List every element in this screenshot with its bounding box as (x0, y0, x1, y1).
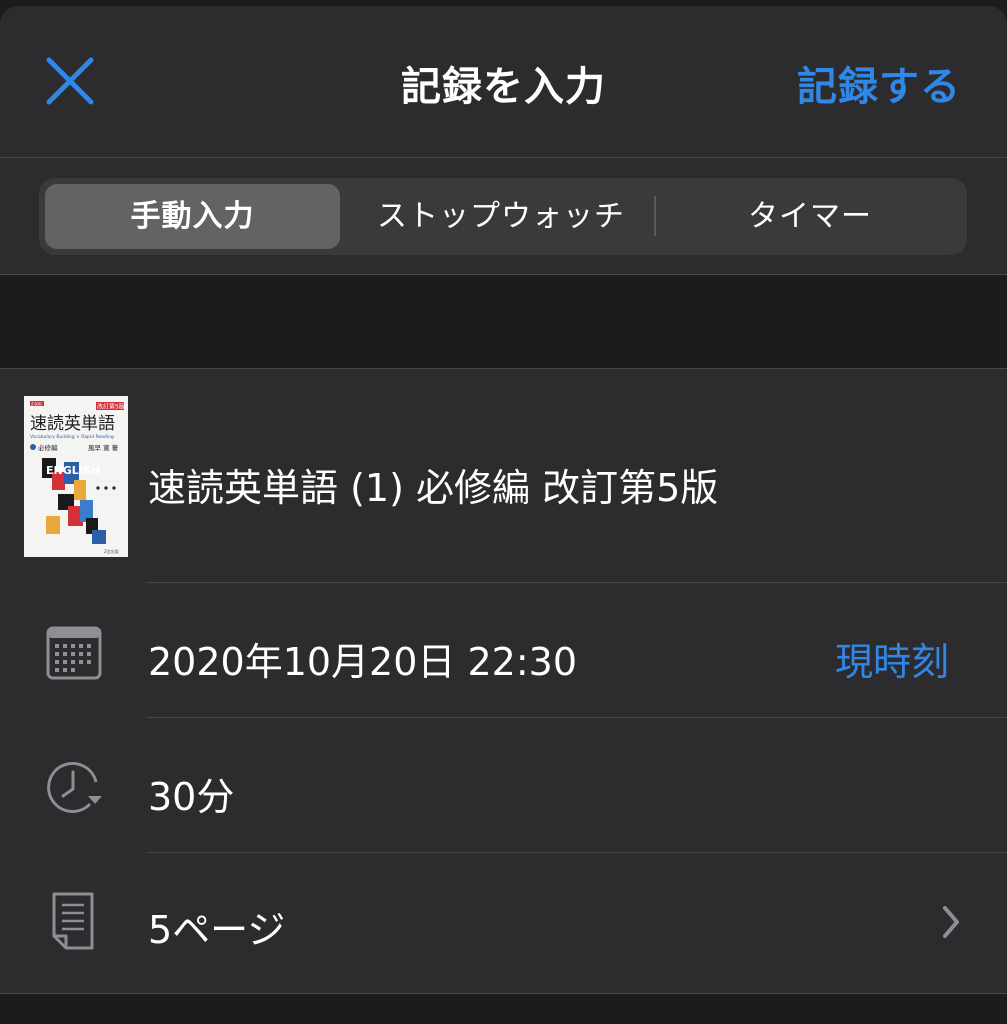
section-spacer (0, 275, 1007, 369)
pages-row[interactable]: 5ページ (0, 853, 1007, 987)
cover-publisher: Z会出版 (104, 548, 119, 554)
mode-selector-area: 手動入力 ストップウォッチ タイマー (0, 158, 1007, 275)
cover-volume: 必修編 (38, 443, 58, 452)
book-cover-image: Z-KAI 改訂第5版 速読英単語 Vocabulary Building × … (24, 396, 128, 557)
document-icon (52, 892, 94, 950)
mode-segmented-control: 手動入力 ストップウォッチ タイマー (39, 178, 967, 255)
record-entry-sheet: 記録を入力 記録する 手動入力 ストップウォッチ タイマー Z-KAI 改訂第5… (0, 6, 1007, 1024)
book-row[interactable]: Z-KAI 改訂第5版 速読英単語 Vocabulary Building × … (0, 369, 1007, 583)
bottom-spacer (0, 993, 1007, 1024)
calendar-icon (46, 626, 102, 680)
duration-row[interactable]: 30分 (0, 718, 1007, 853)
now-button[interactable]: 現時刻 (835, 631, 949, 686)
cover-title: 速読英単語 (30, 414, 115, 434)
pages-value: 5ページ (148, 908, 286, 952)
datetime-value[interactable]: 2020年10月20日 22:30 (148, 631, 577, 686)
segment-divider (654, 196, 656, 236)
tab-timer[interactable]: タイマー (659, 184, 961, 249)
book-title: 速読英単語 (1) 必修編 改訂第5版 (148, 466, 719, 510)
tab-stopwatch[interactable]: ストップウォッチ (351, 184, 651, 249)
datetime-row[interactable]: 2020年10月20日 22:30 現時刻 (0, 583, 1007, 718)
cover-subtitle: Vocabulary Building × Rapid Reading (30, 434, 114, 440)
cover-word: ENGLISH (46, 464, 100, 477)
cover-series-tag: Z-KAI (31, 402, 42, 407)
cover-edition-badge: 改訂第5版 (97, 403, 125, 411)
duration-value[interactable]: 30分 (148, 766, 234, 821)
clock-icon (47, 761, 102, 813)
tab-manual-input[interactable]: 手動入力 (45, 184, 340, 249)
cover-author: 風早 寛 著 (88, 443, 119, 452)
nav-header: 記録を入力 記録する (0, 6, 1007, 158)
record-button[interactable]: 記録する (797, 54, 961, 112)
chevron-right-icon[interactable] (941, 905, 961, 939)
